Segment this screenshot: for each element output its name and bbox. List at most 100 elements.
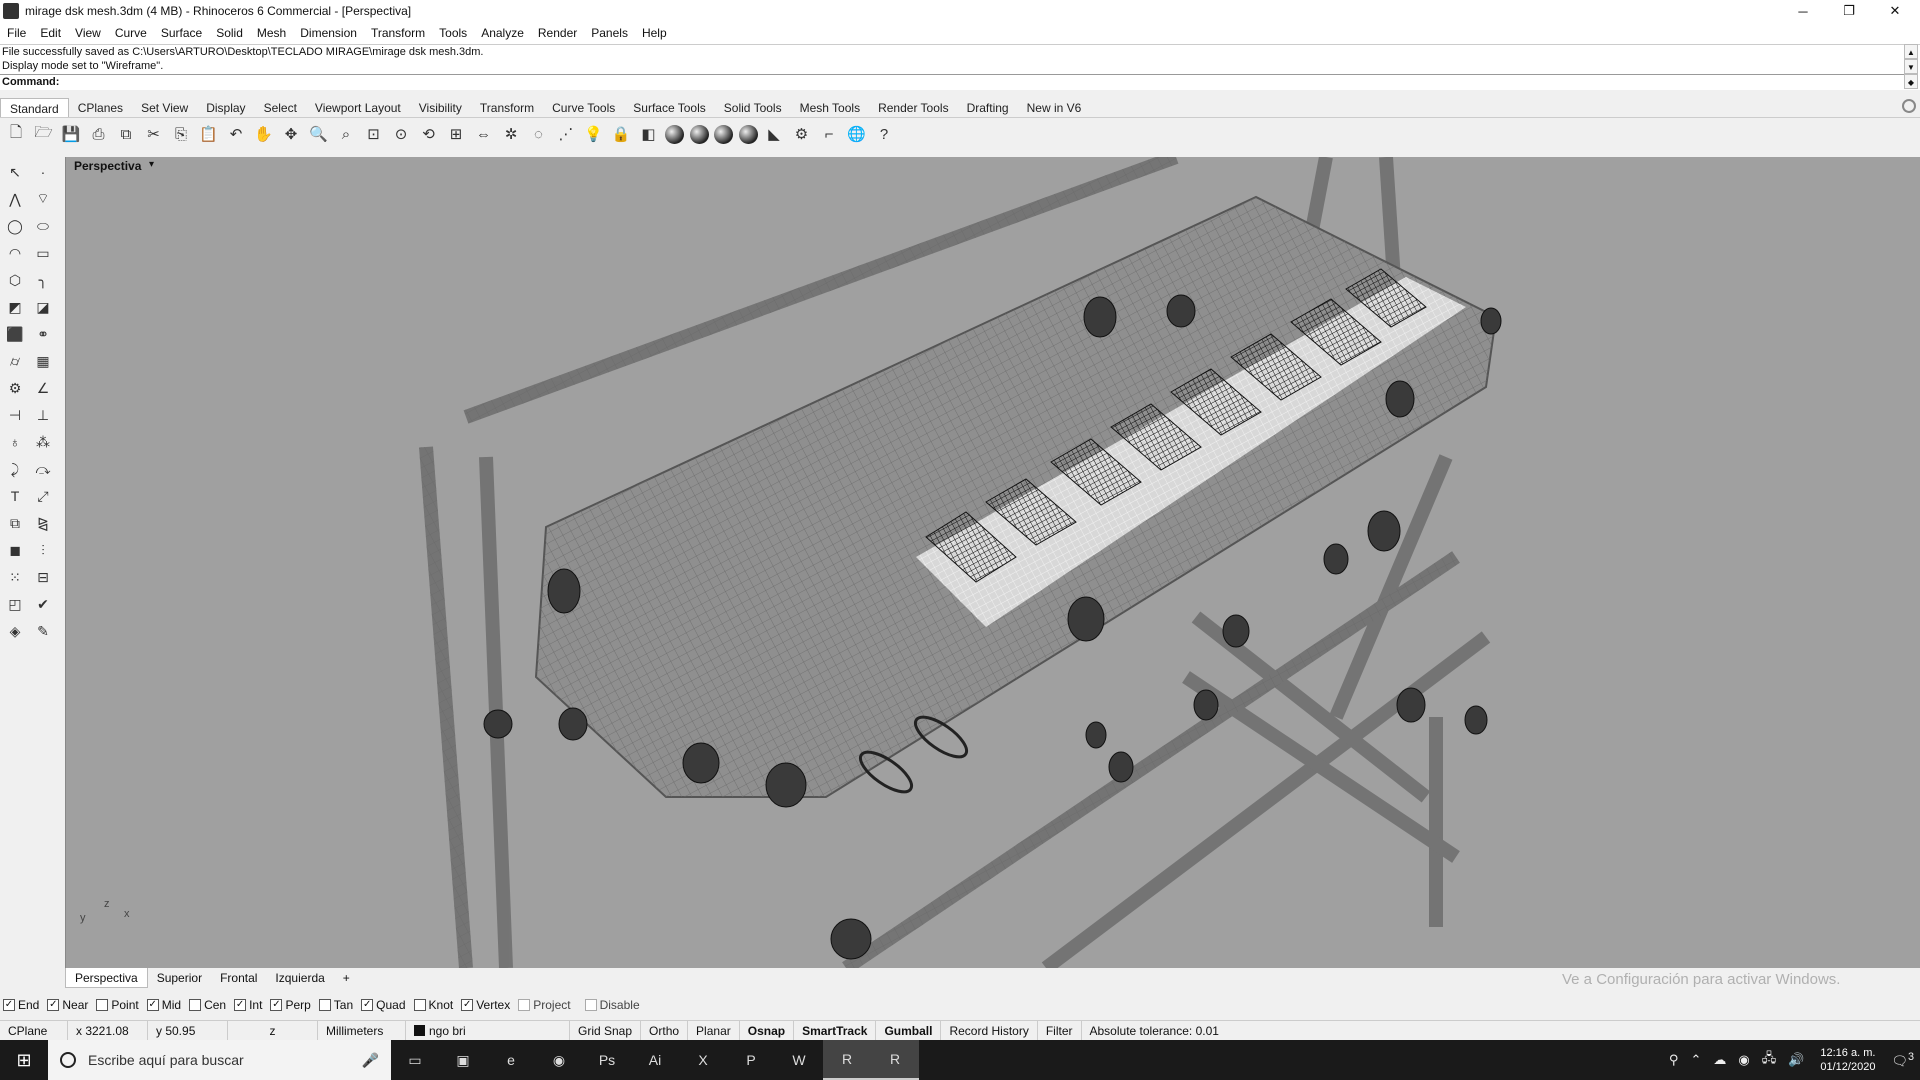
network-icon[interactable]: 🖧: [1762, 1049, 1777, 1071]
tab-viewport-layout[interactable]: Viewport Layout: [306, 98, 410, 117]
cut-icon[interactable]: ✂: [143, 123, 165, 145]
osnap-knot[interactable]: Knot: [413, 998, 453, 1012]
osnap-cen[interactable]: Cen: [189, 998, 226, 1012]
scroll-up-icon[interactable]: ▲: [1904, 44, 1918, 59]
excel-icon[interactable]: X: [679, 1040, 727, 1080]
print-icon[interactable]: ⎙: [88, 123, 110, 145]
osnap-checkbox[interactable]: ✓: [270, 999, 283, 1011]
task-view-icon[interactable]: ▭: [391, 1040, 439, 1080]
gear-icon[interactable]: [1902, 99, 1916, 113]
record-history-toggle[interactable]: Record History: [941, 1020, 1038, 1041]
menu-render[interactable]: Render: [531, 22, 584, 44]
microphone-icon[interactable]: 🎤: [362, 1052, 379, 1069]
chrome-icon[interactable]: ◉: [535, 1040, 583, 1080]
taskbar-search[interactable]: Escribe aquí para buscar 🎤: [48, 1040, 391, 1080]
osnap-checkbox[interactable]: ✓: [47, 999, 60, 1011]
osnap-perp[interactable]: ✓ Perp: [270, 998, 311, 1012]
control-point-curve-icon[interactable]: ⌔: [32, 188, 54, 210]
tab-solid-tools[interactable]: Solid Tools: [715, 98, 791, 117]
osnap-checkbox[interactable]: [96, 999, 109, 1011]
tab-cplanes[interactable]: CPlanes: [69, 98, 132, 117]
lock-icon[interactable]: 🔒: [610, 123, 632, 145]
close-button[interactable]: ✕: [1872, 0, 1918, 22]
mirror-icon[interactable]: ⧎: [32, 512, 54, 534]
new-file-icon[interactable]: 🗋: [5, 123, 27, 145]
globe-icon[interactable]: 🌐: [846, 123, 868, 145]
zoom-icon[interactable]: 🔍: [308, 123, 330, 145]
rotate-view-icon[interactable]: ⟲: [418, 123, 440, 145]
tab-frontal[interactable]: Frontal: [211, 968, 266, 988]
import-icon[interactable]: ⧉: [115, 123, 137, 145]
tab-select[interactable]: Select: [255, 98, 306, 117]
pan-hand-icon[interactable]: ✋: [253, 123, 275, 145]
cylinder-icon[interactable]: ⌭: [4, 350, 26, 372]
volume-icon[interactable]: 🔊: [1788, 1052, 1804, 1068]
osnap-project[interactable]: Project: [518, 998, 571, 1012]
menu-solid[interactable]: Solid: [209, 22, 250, 44]
osnap-disable[interactable]: Disable: [584, 998, 640, 1012]
ellipse-icon[interactable]: ⬭: [32, 215, 54, 237]
menu-curve[interactable]: Curve: [108, 22, 154, 44]
align-icon[interactable]: ⫶: [32, 539, 54, 561]
powerpoint-icon[interactable]: P: [727, 1040, 775, 1080]
viewport-title[interactable]: Perspectiva: [74, 159, 141, 173]
word-icon[interactable]: W: [775, 1040, 823, 1080]
clock[interactable]: 12:16 a. m. 01/12/2020: [1820, 1046, 1875, 1074]
osnap-checkbox[interactable]: ✓: [361, 999, 374, 1011]
light-icon[interactable]: 💡: [583, 123, 605, 145]
osnap-checkbox[interactable]: ✓: [146, 999, 159, 1011]
osnap-checkbox[interactable]: ✓: [461, 999, 474, 1011]
illustrator-icon[interactable]: Ai: [631, 1040, 679, 1080]
scroll-stepper-icon[interactable]: ◆: [1904, 74, 1918, 89]
menu-panels[interactable]: Panels: [584, 22, 635, 44]
menu-surface[interactable]: Surface: [154, 22, 209, 44]
explode-icon[interactable]: ⁂: [32, 431, 54, 453]
tab-transform[interactable]: Transform: [471, 98, 543, 117]
offset-icon[interactable]: ⤸: [4, 458, 26, 480]
edge-browser-icon[interactable]: e: [487, 1040, 535, 1080]
tab-mesh-tools[interactable]: Mesh Tools: [791, 98, 869, 117]
filter-toggle[interactable]: Filter: [1038, 1020, 1082, 1041]
trim-icon[interactable]: ⊥: [32, 404, 54, 426]
fillet-icon[interactable]: ╮: [32, 269, 54, 291]
four-viewports-icon[interactable]: ⊞: [445, 123, 467, 145]
block-icon[interactable]: ⊟: [32, 566, 54, 588]
osnap-checkbox[interactable]: ✓: [3, 999, 15, 1011]
menu-view[interactable]: View: [68, 22, 108, 44]
copy-icon[interactable]: ⎘: [170, 123, 192, 145]
add-viewport-icon[interactable]: +: [334, 968, 359, 988]
history-scrollbar[interactable]: ▲ ▼ ◆: [1904, 44, 1918, 90]
tab-perspectiva[interactable]: Perspectiva: [65, 968, 148, 988]
osnap-checkbox[interactable]: [584, 999, 597, 1011]
dimension-angle-icon[interactable]: ∠: [32, 377, 54, 399]
point-icon[interactable]: ·: [32, 161, 54, 183]
box-icon[interactable]: ⬛: [4, 323, 26, 345]
rhino-window-icon[interactable]: R: [871, 1040, 919, 1080]
gumball-toggle[interactable]: Gumball: [876, 1020, 942, 1041]
windows-start-icon[interactable]: ⊞: [0, 1040, 48, 1080]
menu-help[interactable]: Help: [635, 22, 674, 44]
osnap-mid[interactable]: ✓ Mid: [146, 998, 181, 1012]
smarttrack-toggle[interactable]: SmartTrack: [794, 1020, 877, 1041]
shell-icon[interactable]: ◰: [4, 593, 26, 615]
polygon-icon[interactable]: ⬡: [4, 269, 26, 291]
zoom-extents-icon[interactable]: ⊡: [363, 123, 385, 145]
menu-transform[interactable]: Transform: [364, 22, 432, 44]
osnap-tan[interactable]: Tan: [318, 998, 353, 1012]
circle-icon[interactable]: ◯: [4, 215, 26, 237]
menu-mesh[interactable]: Mesh: [250, 22, 293, 44]
perspective-viewport[interactable]: Perspectiva ▾: [65, 157, 1920, 968]
people-icon[interactable]: ⚲: [1669, 1052, 1679, 1068]
tab-render-tools[interactable]: Render Tools: [869, 98, 958, 117]
menu-edit[interactable]: Edit: [33, 22, 68, 44]
osnap-near[interactable]: ✓ Near: [47, 998, 88, 1012]
split-icon[interactable]: ⊣: [4, 404, 26, 426]
select-icon[interactable]: ✲: [500, 123, 522, 145]
tab-visibility[interactable]: Visibility: [410, 98, 471, 117]
scale-icon[interactable]: ⤢: [32, 485, 54, 507]
render-icon[interactable]: [738, 124, 758, 144]
select-arrow-icon[interactable]: ↖: [4, 161, 26, 183]
osnap-checkbox[interactable]: [189, 999, 202, 1011]
dimension-icon[interactable]: ⌐: [818, 123, 840, 145]
solid-box-icon[interactable]: ◼: [4, 539, 26, 561]
